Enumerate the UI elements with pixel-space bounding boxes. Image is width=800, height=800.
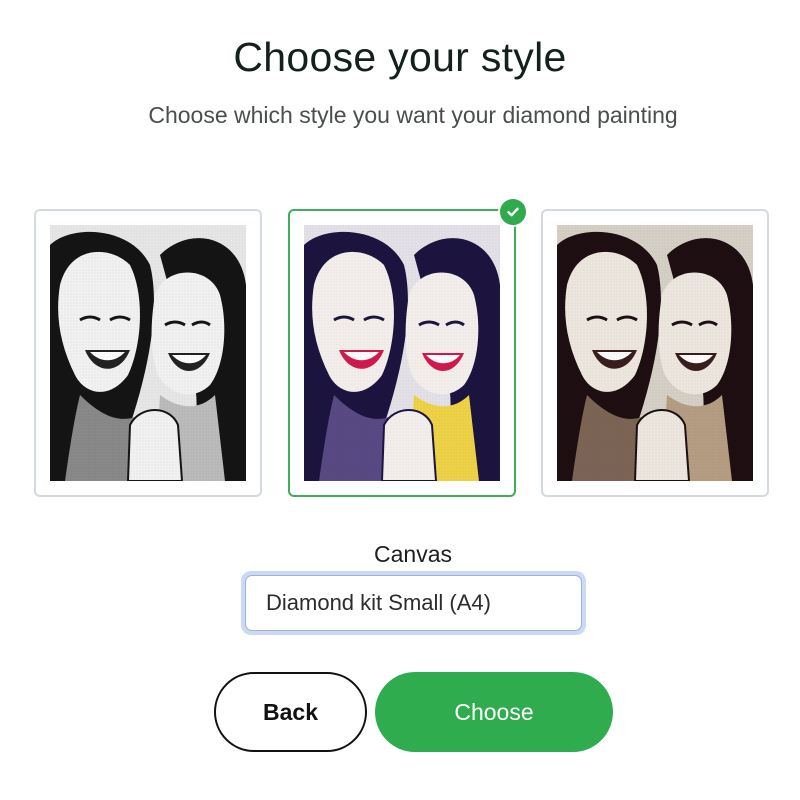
style-preview-image	[304, 225, 500, 481]
canvas-select-value: Diamond kit Small (A4)	[245, 575, 582, 631]
back-button[interactable]: Back	[214, 672, 367, 752]
page-subtitle: Choose which style you want your diamond…	[148, 102, 678, 128]
page-title: Choose your style	[233, 34, 567, 80]
choose-button[interactable]: Choose	[375, 672, 613, 752]
style-preview-image	[557, 225, 753, 481]
canvas-label: Canvas	[374, 541, 452, 567]
selected-check-icon	[498, 197, 528, 227]
style-preview-image	[50, 225, 246, 481]
style-option-sepia[interactable]	[541, 209, 769, 497]
style-option-pop-color[interactable]	[288, 197, 528, 497]
style-option-black-white[interactable]	[34, 209, 262, 497]
canvas-select[interactable]: Diamond kit Small (A4)	[241, 571, 586, 635]
